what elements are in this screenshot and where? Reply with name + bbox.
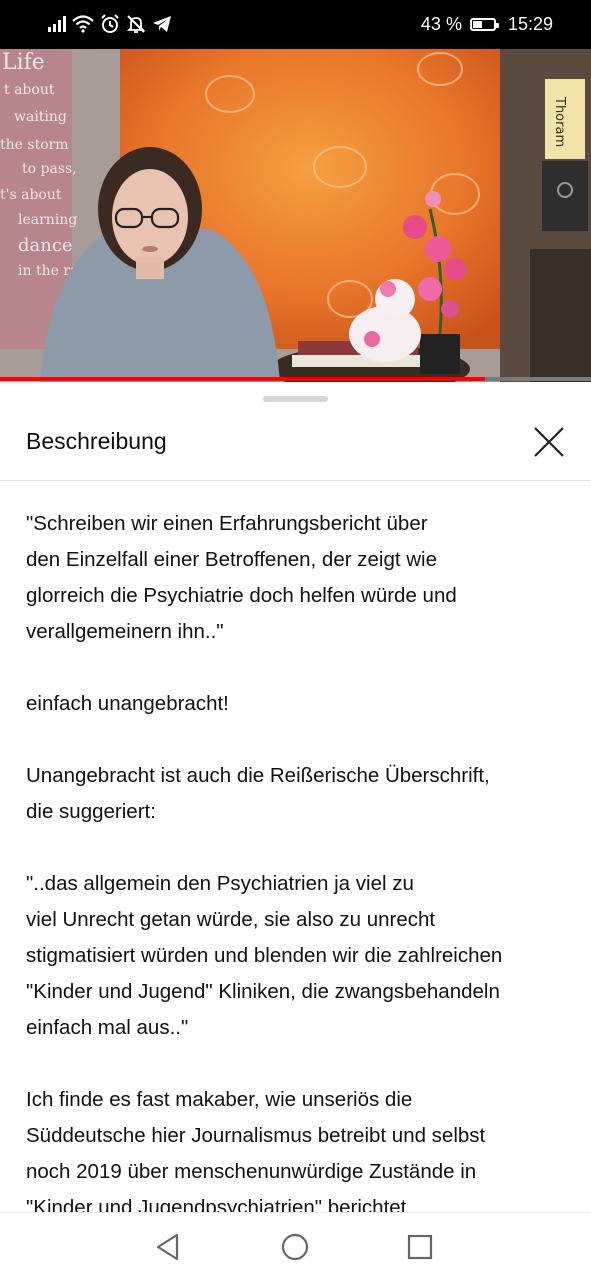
description-line: verallgemeinern ihn.." <box>26 620 224 643</box>
battery-icon <box>469 17 499 31</box>
poster-text-1: t about <box>4 82 55 98</box>
recents-button[interactable] <box>402 1229 438 1265</box>
status-bar: 43 % 15:29 <box>0 0 591 49</box>
description-panel: Beschreibung "Schreiben wir einen Erfahr… <box>0 382 591 1212</box>
clock: 15:29 <box>507 13 553 34</box>
wifi-icon <box>72 15 94 33</box>
poster-text-3: the storm <box>0 137 69 153</box>
description-title: Beschreibung <box>26 428 167 454</box>
home-icon <box>281 1233 309 1261</box>
poster-text-2: waiting <box>14 109 67 125</box>
description-paragraph: einfach unangebracht! <box>26 686 571 722</box>
description-line: viel Unrecht getan würde, sie also zu un… <box>26 908 436 931</box>
video-progress-fill <box>0 377 485 381</box>
battery-percent: 43 % <box>420 13 462 34</box>
notifications-off-icon <box>126 15 146 33</box>
description-line: Unangebracht ist auch die Reißerische Üb… <box>26 764 490 787</box>
close-icon <box>534 427 564 457</box>
description-line: einfach mal aus.." <box>26 1016 189 1039</box>
description-line: stigmatisiert würden und blenden wir die… <box>26 944 503 967</box>
description-line: Süddeutsche hier Journalismus betreibt u… <box>26 1124 486 1147</box>
status-right: 43 % 15:29 <box>421 12 553 36</box>
description-line: "Kinder und Jugend" Kliniken, die zwangs… <box>26 980 500 1003</box>
back-button[interactable] <box>150 1229 186 1265</box>
signal-icon <box>48 16 66 32</box>
description-line: glorreich die Psychiatrie doch helfen wü… <box>26 584 457 607</box>
description-line: "Schreiben wir einen Erfahrungsbericht ü… <box>26 512 428 535</box>
back-icon <box>156 1233 179 1261</box>
description-text: "Schreiben wir einen Erfahrungsbericht ü… <box>26 506 571 1212</box>
description-line: die suggeriert: <box>26 800 156 823</box>
description-line: Ich finde es fast makaber, wie unseriös … <box>26 1088 413 1111</box>
video-progress-bar[interactable] <box>0 377 591 381</box>
description-paragraph: Ich finde es fast makaber, wie unseriös … <box>26 1082 571 1212</box>
description-line: "..das allgemein den Psychiatrien ja vie… <box>26 872 414 895</box>
binder-label: Thoram <box>552 96 567 147</box>
description-line: noch 2019 über menschenunwürdige Zuständ… <box>26 1160 477 1183</box>
poster-text-6: learning <box>18 212 77 228</box>
video-frame: Life t about waiting the storm to pass, … <box>0 49 591 382</box>
description-line: "Kinder und Jugendpsychiatrien" berichte… <box>26 1196 407 1212</box>
home-button[interactable] <box>277 1229 313 1265</box>
description-paragraph: "Schreiben wir einen Erfahrungsbericht ü… <box>26 506 571 650</box>
drag-handle[interactable] <box>263 396 328 402</box>
description-line: den Einzelfall einer Betroffenen, der ze… <box>26 548 438 571</box>
description-paragraph: "..das allgemein den Psychiatrien ja vie… <box>26 866 571 1046</box>
poster-text-4: to pass, <box>22 161 77 177</box>
alarm-icon <box>101 14 119 33</box>
status-icons <box>48 12 172 36</box>
close-button[interactable] <box>527 420 571 464</box>
description-paragraph: Unangebracht ist auch die Reißerische Üb… <box>26 758 571 830</box>
video-player[interactable]: Life t about waiting the storm to pass, … <box>0 49 591 382</box>
poster-text-life: Life <box>2 50 45 75</box>
description-header: Beschreibung <box>0 412 591 481</box>
navigation-bar <box>0 1212 591 1281</box>
recents-icon <box>407 1234 433 1260</box>
poster-text-5: t's about <box>0 187 62 203</box>
description-line: einfach unangebracht! <box>26 692 229 715</box>
poster-text-7: dance <box>18 235 73 256</box>
telegram-icon <box>153 16 171 32</box>
